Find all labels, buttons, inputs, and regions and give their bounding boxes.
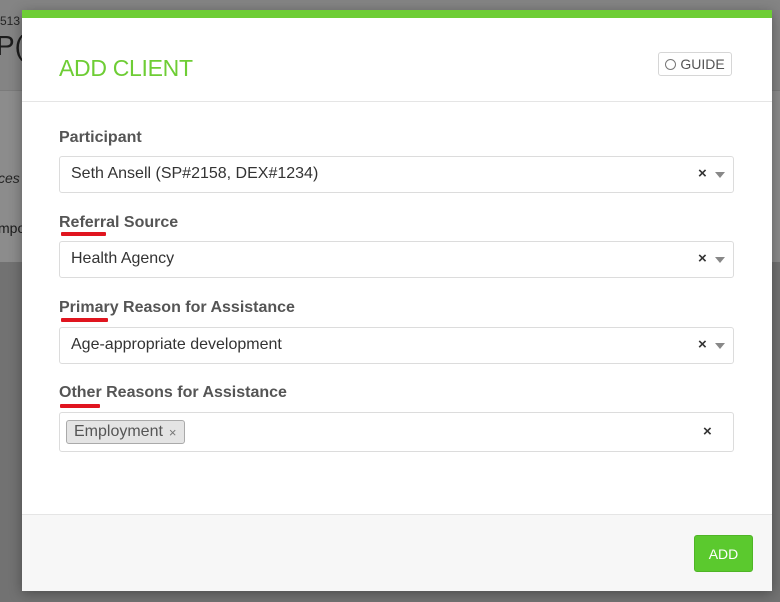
participant-select[interactable]: Seth Ansell (SP#2158, DEX#1234) × [59,156,734,193]
primary-reason-select[interactable]: Age-appropriate development × [59,327,734,364]
chevron-down-icon[interactable] [715,172,725,178]
guide-button-label: GUIDE [680,56,725,72]
required-underline [61,318,108,322]
chevron-down-icon[interactable] [715,257,725,263]
remove-tag-icon[interactable]: × [169,425,177,440]
other-reasons-multiselect[interactable]: Employment × × [59,412,734,452]
other-reasons-label: Other Reasons for Assistance [59,384,287,401]
modal-title: ADD CLIENT [59,55,193,81]
selected-tag: Employment × [66,420,185,444]
add-client-modal: ADD CLIENT GUIDE Participant Seth Ansell… [22,10,772,591]
tag-label: Employment [74,423,163,440]
participant-label: Participant [59,129,142,146]
clear-other-reasons-icon[interactable]: × [703,423,712,440]
clear-participant-icon[interactable]: × [698,165,707,182]
chevron-down-icon[interactable] [715,343,725,349]
modal-accent-bar [22,10,772,18]
primary-reason-value: Age-appropriate development [71,336,282,353]
participant-value: Seth Ansell (SP#2158, DEX#1234) [71,165,319,182]
required-underline [61,232,106,236]
modal-header: ADD CLIENT GUIDE [22,18,772,102]
referral-source-select[interactable]: Health Agency × [59,241,734,278]
required-underline [60,404,100,408]
referral-source-value: Health Agency [71,250,175,267]
clear-primary-reason-icon[interactable]: × [698,336,707,353]
referral-source-label: Referral Source [59,214,179,231]
guide-button[interactable]: GUIDE [658,52,732,76]
circle-icon [665,58,677,70]
add-button[interactable]: ADD [694,535,753,572]
primary-reason-label: Primary Reason for Assistance [59,299,295,316]
clear-referral-source-icon[interactable]: × [698,250,707,267]
modal-footer: ADD [22,514,772,591]
